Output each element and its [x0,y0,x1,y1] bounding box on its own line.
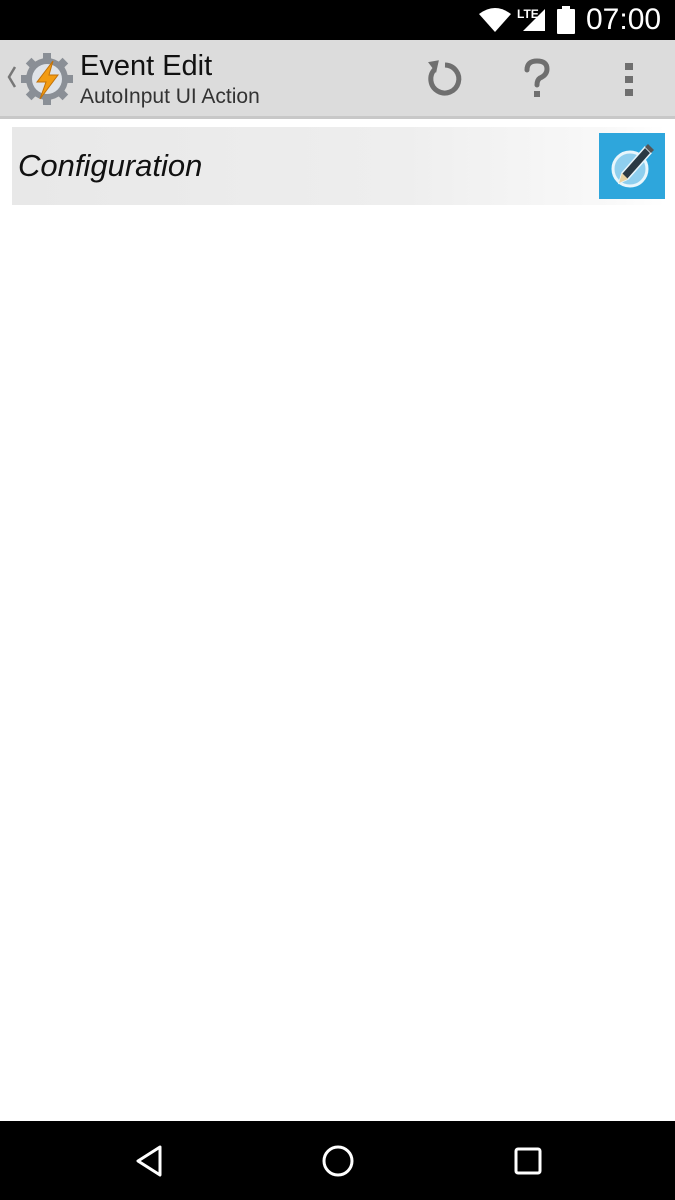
back-button[interactable] [127,1139,171,1183]
navigation-bar [0,1121,675,1200]
battery-icon [557,6,575,34]
page-title: Event Edit [80,50,213,82]
up-chevron-icon[interactable] [6,64,18,90]
configuration-label: Configuration [18,148,203,183]
tasker-gear-lightning-icon[interactable] [20,52,74,106]
signal-icon [523,9,545,31]
status-bar: LTE 07:00 [0,0,675,40]
home-icon [322,1145,354,1177]
refresh-icon [428,60,462,96]
recents-icon [514,1147,542,1175]
action-bar: Event Edit AutoInput UI Action [0,40,675,119]
pencil-edit-icon [611,144,654,188]
refresh-button[interactable] [417,52,473,106]
help-button[interactable] [509,52,565,106]
recents-button[interactable] [506,1139,550,1183]
back-icon [136,1145,162,1177]
configuration-edit-button[interactable] [599,133,665,199]
clock: 07:00 [586,3,662,36]
overflow-menu-button[interactable] [601,52,657,106]
page-subtitle: AutoInput UI Action [80,85,260,108]
overflow-menu-icon [625,63,633,96]
configuration-row[interactable]: Configuration [12,127,665,205]
wifi-icon [479,8,511,32]
help-icon [524,58,550,97]
home-button[interactable] [316,1139,360,1183]
